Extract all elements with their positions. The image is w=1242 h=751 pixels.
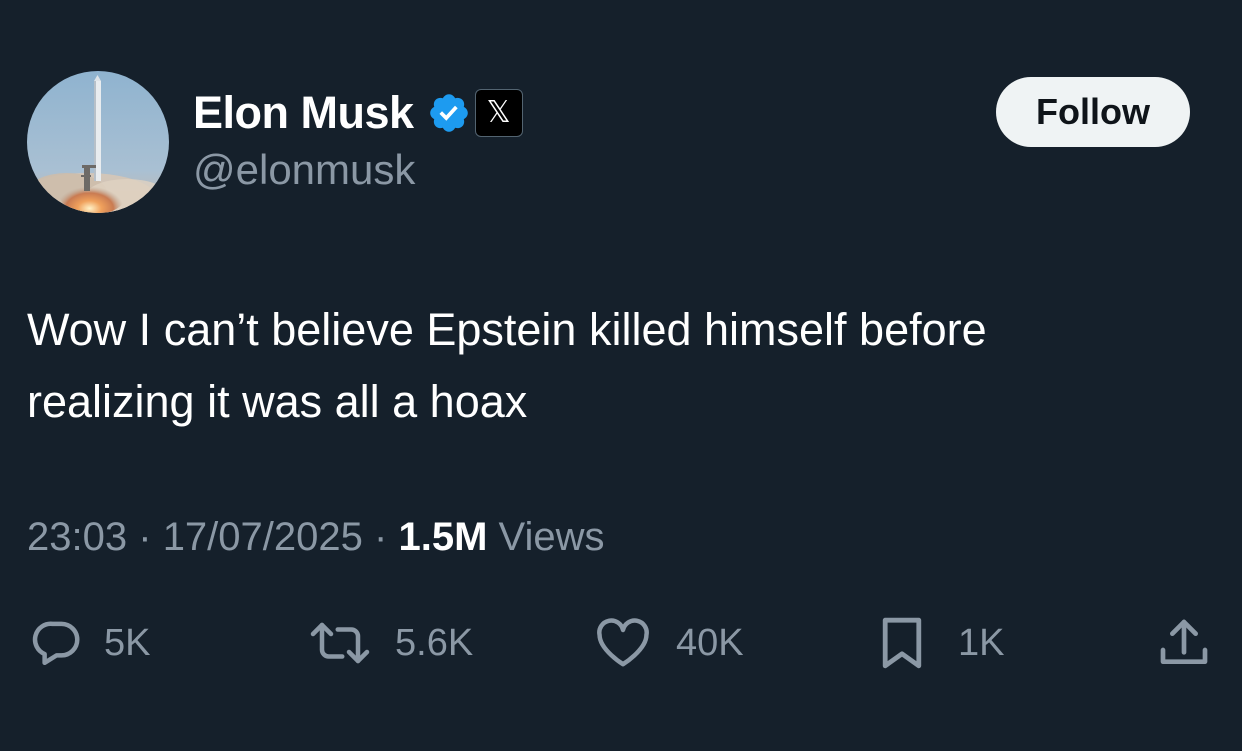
author-name-row: Elon Musk 𝕏 (193, 85, 523, 141)
avatar[interactable] (27, 71, 169, 213)
display-name[interactable]: Elon Musk (193, 87, 414, 139)
tweet-date[interactable]: 17/07/2025 (163, 515, 363, 559)
action-bar: 5K 5.6K 40K 1K (0, 613, 1242, 673)
reply-icon (32, 621, 80, 666)
bookmark-icon (882, 617, 922, 669)
repost-count: 5.6K (395, 621, 474, 664)
share-button[interactable] (1156, 613, 1212, 673)
views-count: 1.5M (398, 515, 488, 559)
like-count: 40K (676, 621, 744, 664)
tweet-text: Wow I can’t believe Epstein killed himse… (27, 294, 1217, 438)
rocket-launch-avatar-image (27, 71, 169, 213)
tweet-text-line: Wow I can’t believe Epstein killed himse… (27, 304, 987, 355)
repost-icon (310, 622, 370, 664)
tweet-text-line: realizing it was all a hoax (27, 376, 528, 427)
verified-badge-icon[interactable] (427, 91, 471, 135)
reply-button[interactable]: 5K (30, 613, 150, 673)
bookmark-button[interactable]: 1K (878, 613, 1004, 673)
views-label: Views (498, 515, 605, 559)
tweet-time[interactable]: 23:03 (27, 515, 127, 559)
heart-icon (597, 618, 649, 667)
tweet-meta: 23:03 · 17/07/2025 · 1.5M Views (27, 515, 605, 560)
like-button[interactable]: 40K (594, 613, 744, 673)
meta-separator: · (374, 515, 388, 559)
repost-button[interactable]: 5.6K (307, 613, 473, 673)
bookmark-count: 1K (958, 621, 1005, 664)
follow-button[interactable]: Follow (996, 77, 1190, 147)
reply-count: 5K (104, 621, 151, 664)
x-logo-icon[interactable]: 𝕏 (474, 89, 523, 137)
author-handle[interactable]: @elonmusk (193, 146, 415, 194)
meta-separator: · (138, 515, 152, 559)
share-icon (1160, 619, 1208, 664)
